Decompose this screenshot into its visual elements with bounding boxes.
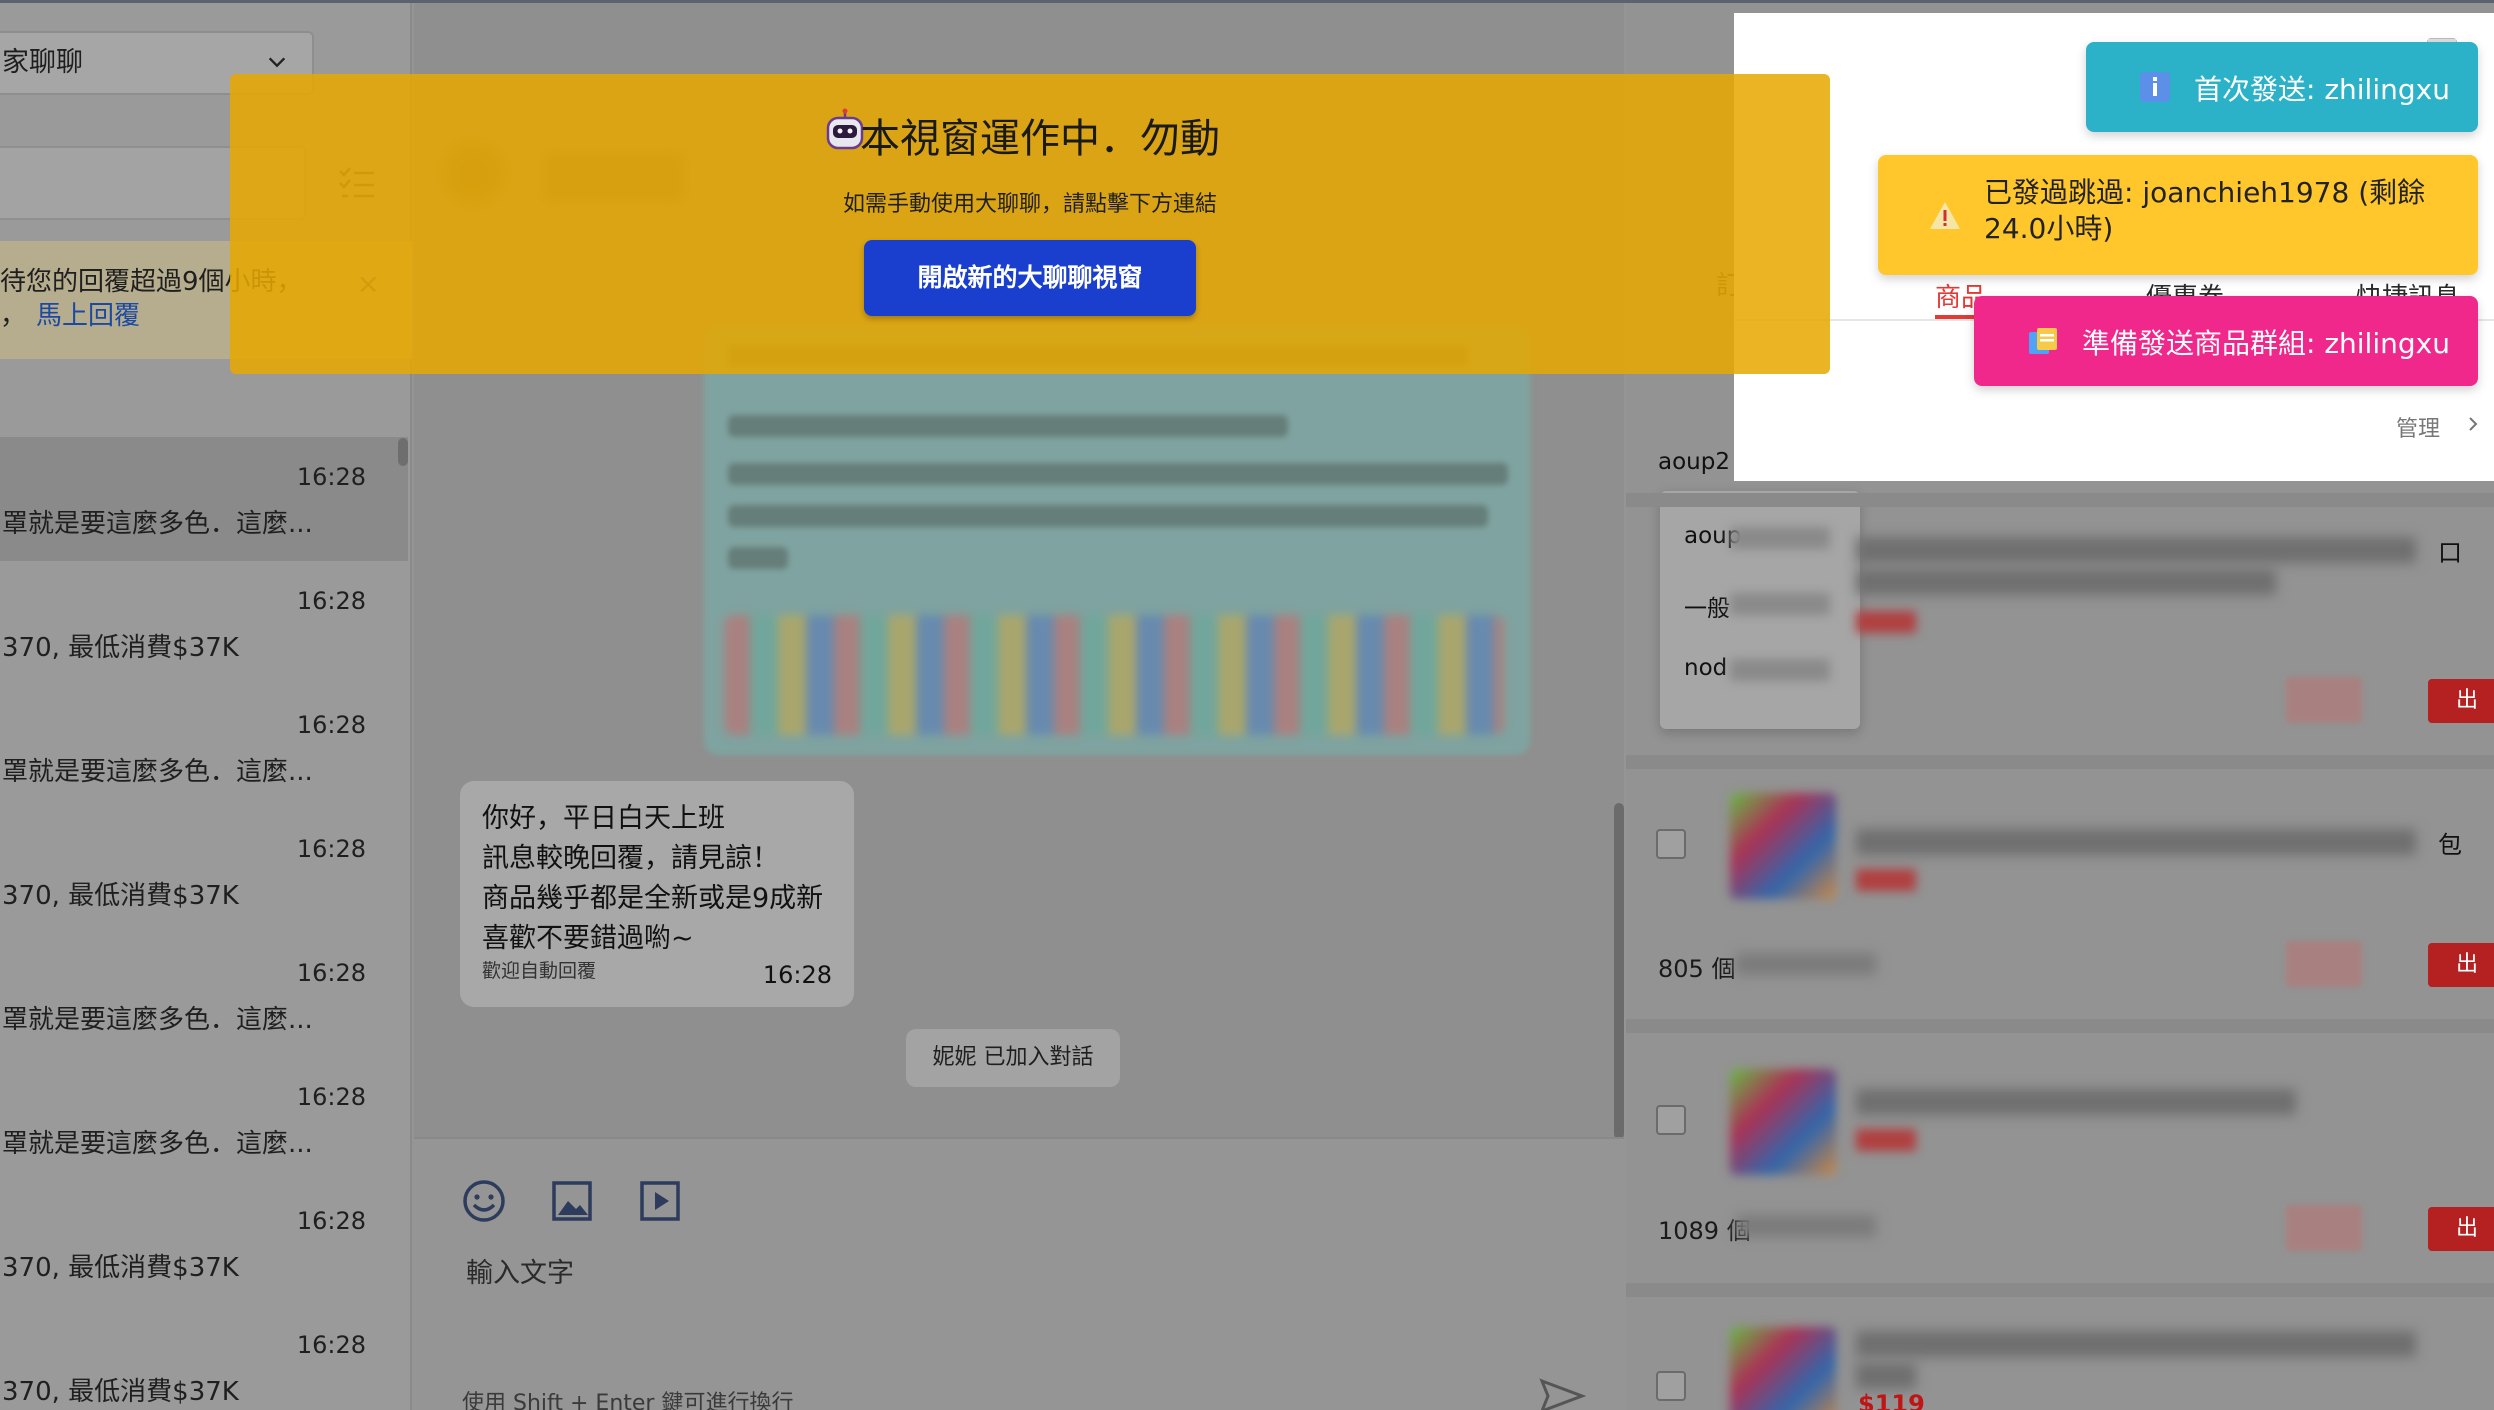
chat-time: 16:28 xyxy=(296,463,366,491)
product-secondary-button[interactable] xyxy=(2286,941,2362,987)
auto-reply-bubble: 你好，平日白天上班 訊息較晚回覆，請見諒！ 商品幾乎都是全新或是9成新 喜歡不要… xyxy=(460,781,854,1007)
sidebar-scrollbar[interactable] xyxy=(398,438,408,466)
auto-reply-label: 歡迎自動回覆 xyxy=(482,960,597,982)
product-image xyxy=(1730,1327,1836,1410)
toast-send-group-text: 準備發送商品群組: zhilingxu xyxy=(2082,327,2450,360)
chat-preview: 370, 最低消費$37K xyxy=(2,1377,239,1407)
chat-preview: 370, 最低消費$37K xyxy=(2,881,239,911)
image-icon[interactable] xyxy=(548,1177,596,1225)
chat-time: 16:28 xyxy=(296,587,366,615)
product-secondary-button[interactable] xyxy=(2286,1205,2362,1251)
chat-preview: 370, 最低消費$37K xyxy=(2,633,239,663)
running-notice-banner: 本視窗運作中．勿動 如需手動使用大聊聊，請點擊下方連結 開啟新的大聊聊視窗 xyxy=(230,74,1830,374)
app-window: 家聊聊 待您的回覆超過9個小時， ，馬上回覆 × 16:28 罩就是要這麼多色．… xyxy=(0,0,2494,1410)
message-time: 16:28 xyxy=(762,961,832,989)
video-icon[interactable] xyxy=(636,1177,684,1225)
list-item[interactable]: 16:28 罩就是要這麼多色．這麼... xyxy=(0,1057,408,1181)
chat-scrollbar[interactable] xyxy=(1614,803,1624,1139)
chat-preview: 370, 最低消費$37K xyxy=(2,1253,239,1283)
message-line: 訊息較晚回覆，請見諒！ xyxy=(482,843,779,874)
conversation-list: 16:28 罩就是要這麼多色．這麼... 16:28 370, 最低消費$37K… xyxy=(0,437,408,1410)
message-line: 喜歡不要錯過喲~ xyxy=(482,923,694,954)
send-product-button[interactable]: 出 xyxy=(2428,679,2494,723)
toast-info-text: 首次發送: zhilingxu xyxy=(2194,73,2450,106)
product-checkbox[interactable] xyxy=(1656,829,1686,859)
product-checkbox[interactable] xyxy=(1656,1105,1686,1135)
product-card: 包 805 個 出 xyxy=(1626,755,2494,1017)
chevron-right-icon xyxy=(2469,417,2478,431)
emoji-icon[interactable] xyxy=(460,1177,508,1225)
chat-time: 16:28 xyxy=(296,959,366,987)
reply-warning-prefix: ， xyxy=(0,301,27,331)
manage-link[interactable]: 管理 xyxy=(2396,411,2440,443)
toast-warning-text: 已發過跳過: joanchieh1978 (剩餘24.0小時) xyxy=(1984,176,2426,245)
chat-time: 16:28 xyxy=(296,1083,366,1111)
list-item[interactable]: 16:28 370, 最低消費$37K xyxy=(0,809,408,933)
files-icon xyxy=(2029,328,2057,354)
chat-preview: 罩就是要這麼多色．這麼... xyxy=(2,1005,313,1035)
account-name: aoup2 xyxy=(1658,449,1730,475)
product-checkbox[interactable] xyxy=(1656,1371,1686,1401)
list-item[interactable]: 16:28 罩就是要這麼多色．這麼... xyxy=(0,685,408,809)
chat-preview: 罩就是要這麼多色．這麼... xyxy=(2,1129,313,1159)
product-card: 1089 個 出 xyxy=(1626,1019,2494,1281)
product-edge-text: 包 xyxy=(2438,831,2462,859)
product-card: 口 出 xyxy=(1626,493,2494,755)
open-new-chat-window-button[interactable]: 開啟新的大聊聊視窗 xyxy=(864,240,1196,316)
message-input[interactable]: 輸入文字 xyxy=(466,1251,574,1290)
product-image xyxy=(1730,793,1836,899)
send-product-button[interactable]: 出 xyxy=(2428,943,2494,987)
list-item[interactable]: 16:28 370, 最低消費$37K xyxy=(0,1181,408,1305)
chevron-down-icon xyxy=(268,57,286,68)
list-item[interactable]: 16:28 罩就是要這麼多色．這麼... xyxy=(0,437,408,561)
chat-time: 16:28 xyxy=(296,1207,366,1235)
message-line: 你好，平日白天上班 xyxy=(482,803,725,834)
composer-hint: 使用 Shift + Enter 鍵可進行換行 xyxy=(462,1391,794,1410)
blurred-message-bubble xyxy=(704,325,1530,755)
toast-warning[interactable]: 已發過跳過: joanchieh1978 (剩餘24.0小時) xyxy=(1878,155,2478,275)
chat-time: 16:28 xyxy=(296,835,366,863)
joined-notice: 妮妮 已加入對話 xyxy=(906,1029,1120,1087)
message-composer: 輸入文字 使用 Shift + Enter 鍵可進行換行 xyxy=(414,1137,1624,1410)
chat-preview: 罩就是要這麼多色．這麼... xyxy=(2,509,313,539)
product-card xyxy=(1626,1283,2494,1410)
channel-select-label: 家聊聊 xyxy=(2,47,83,78)
product-stock: 805 個 xyxy=(1658,955,1736,983)
list-item[interactable]: 16:28 罩就是要這麼多色．這麼... xyxy=(0,933,408,1057)
list-item[interactable]: 16:28 370, 最低消費$37K xyxy=(0,561,408,685)
warning-icon xyxy=(1930,202,1960,229)
toast-info[interactable]: 首次發送: zhilingxu xyxy=(2086,42,2478,132)
banner-title: 本視窗運作中．勿動 xyxy=(860,116,1220,162)
send-icon[interactable] xyxy=(1538,1377,1586,1410)
send-product-button[interactable]: 出 xyxy=(2428,1207,2494,1251)
product-price: $119 xyxy=(1858,1390,1925,1410)
chat-time: 16:28 xyxy=(296,711,366,739)
banner-subtitle: 如需手動使用大聊聊，請點擊下方連結 xyxy=(842,192,1217,217)
chat-preview: 罩就是要這麼多色．這麼... xyxy=(2,757,313,787)
product-image xyxy=(1730,1069,1836,1175)
product-secondary-button[interactable] xyxy=(2286,677,2362,723)
message-line: 商品幾乎都是全新或是9成新 xyxy=(482,883,824,914)
reply-now-link[interactable]: 馬上回覆 xyxy=(36,301,140,331)
info-icon xyxy=(2140,72,2170,102)
list-item[interactable]: 16:28 370, 最低消費$37K xyxy=(0,1305,408,1410)
chat-time: 16:28 xyxy=(296,1331,366,1359)
toast-send-group[interactable]: 準備發送商品群組: zhilingxu xyxy=(1974,296,2478,386)
product-edge-text: 口 xyxy=(2438,539,2462,567)
